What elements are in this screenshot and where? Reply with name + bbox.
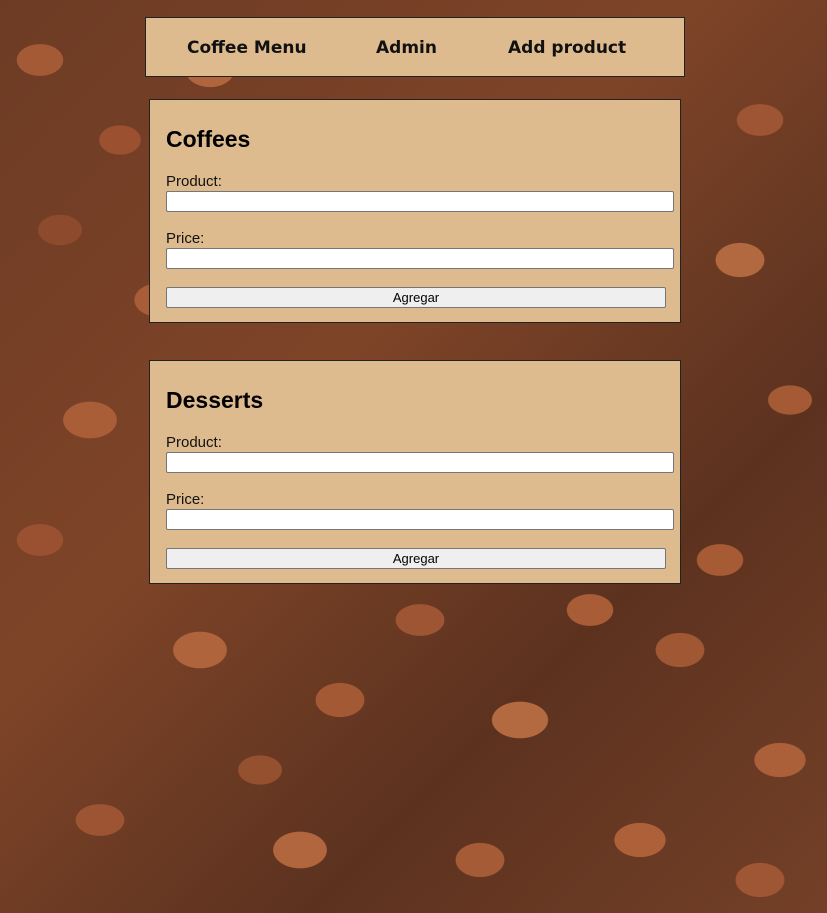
coffees-product-input[interactable]: [166, 191, 674, 212]
desserts-price-label: Price:: [166, 491, 205, 508]
desserts-form-panel: Desserts Product: Price: Agregar: [149, 360, 681, 584]
nav-link-admin[interactable]: Admin: [376, 38, 437, 58]
coffees-price-label: Price:: [166, 230, 205, 247]
desserts-product-label: Product:: [166, 434, 222, 451]
nav-link-coffee-menu[interactable]: Coffee Menu: [187, 38, 307, 58]
top-nav: Coffee Menu Admin Add product: [145, 17, 685, 77]
desserts-price-input[interactable]: [166, 509, 674, 530]
desserts-title: Desserts: [166, 387, 264, 413]
desserts-product-input[interactable]: [166, 452, 674, 473]
coffees-form-panel: Coffees Product: Price: Agregar: [149, 99, 681, 323]
coffees-product-label: Product:: [166, 173, 222, 190]
coffees-title: Coffees: [166, 126, 251, 152]
nav-link-add-product[interactable]: Add product: [508, 38, 626, 58]
desserts-add-button[interactable]: Agregar: [166, 548, 666, 569]
coffees-price-input[interactable]: [166, 248, 674, 269]
coffees-add-button[interactable]: Agregar: [166, 287, 666, 308]
